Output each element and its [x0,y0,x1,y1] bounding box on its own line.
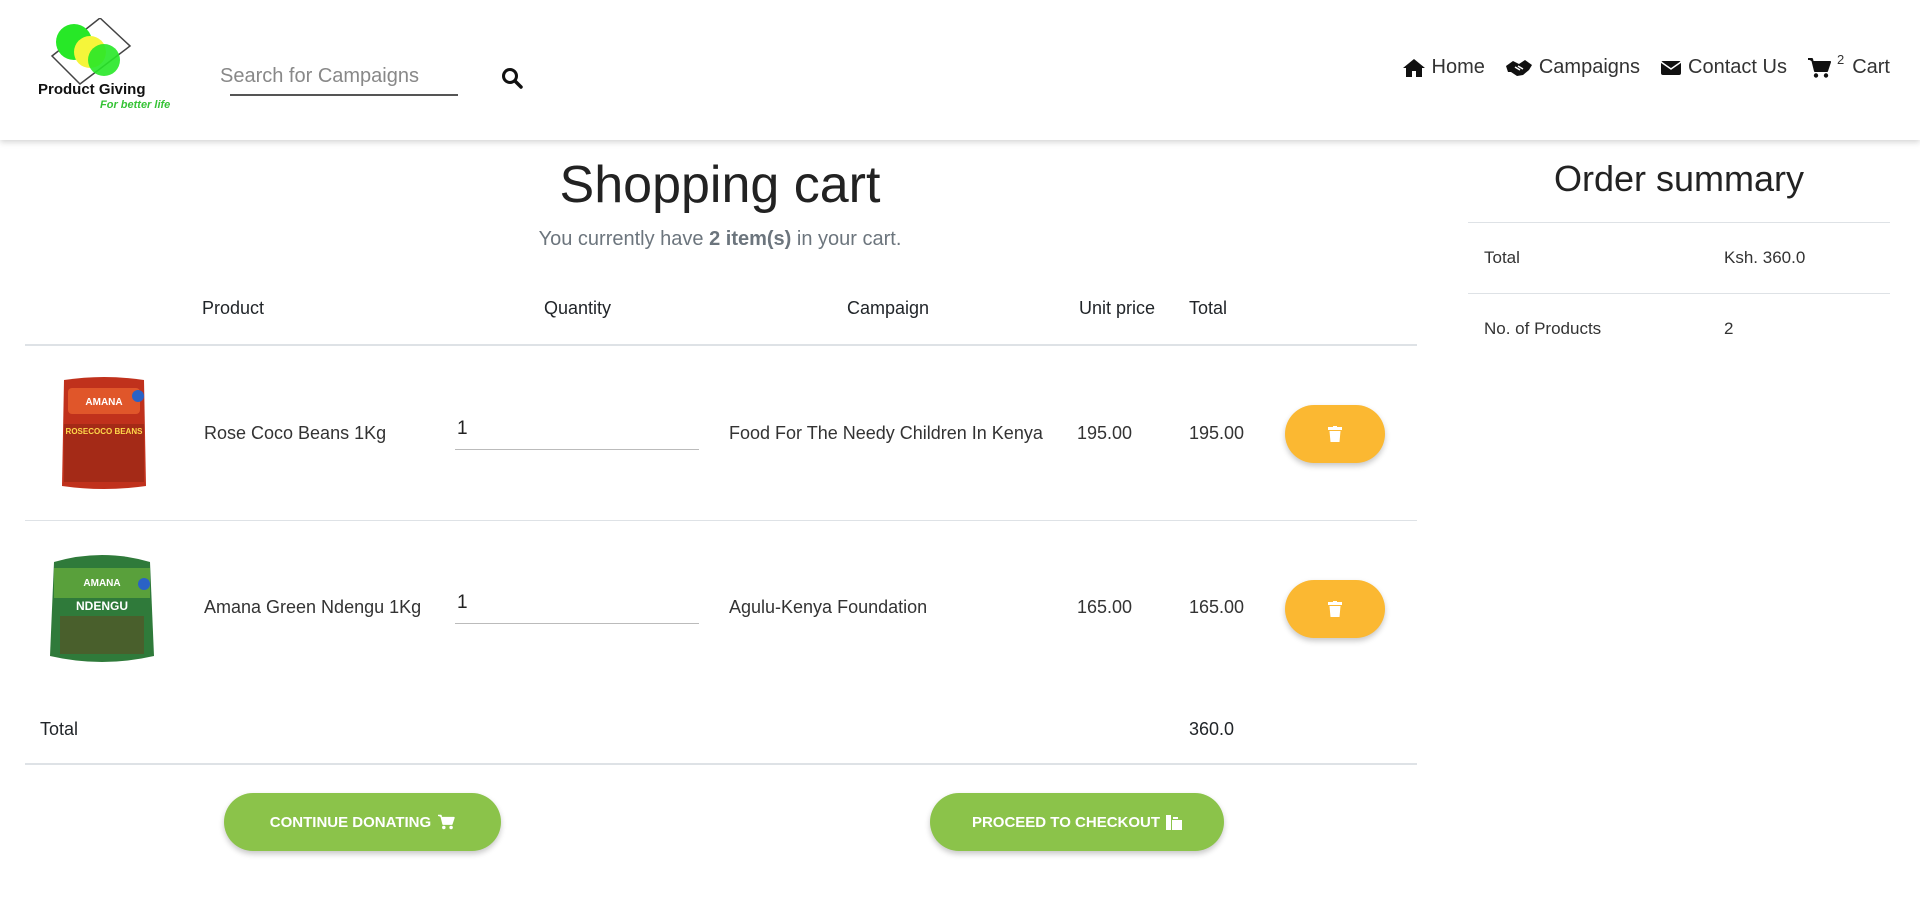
cart-total-label: Total [40,719,79,739]
table-header-divider [25,344,1417,346]
column-header-unit-price: Unit price [1079,298,1156,318]
nav-cart-label: Cart [1852,56,1890,78]
column-header-total: Total [1189,298,1228,318]
cart-icon [438,814,455,830]
row-divider [25,520,1417,521]
summary-total-label: Total [1484,248,1520,267]
quantity-input[interactable] [455,408,699,450]
column-header-product: Product [202,298,265,318]
search-button[interactable] [498,64,526,92]
unit-price: 165.00 [1077,597,1133,617]
delete-item-button[interactable] [1285,580,1385,638]
nav-contact[interactable]: Contact Us [1660,56,1787,79]
nav-home[interactable]: Home [1402,56,1485,79]
envelope-icon [1660,60,1682,75]
proceed-to-checkout-button[interactable]: PROCEED TO CHECKOUT [930,793,1224,851]
logo-title: Product Giving [38,81,146,98]
line-total: 195.00 [1189,423,1245,443]
product-image-label: ROSECOCO BEANS [66,427,144,436]
delete-item-button[interactable] [1285,405,1385,463]
nav-campaigns-label: Campaigns [1538,56,1641,78]
main-nav: Home Campaigns Contact Us 2 Cart [1402,52,1890,79]
search-underline [230,94,458,96]
search-field [220,58,458,96]
checkout-icon [1166,814,1183,830]
trash-icon [1328,601,1342,617]
product-image-brand: AMANA [83,578,120,589]
column-header-campaign: Campaign [847,298,930,318]
proceed-to-checkout-label: PROCEED TO CHECKOUT [971,813,1161,831]
nav-contact-label: Contact Us [1688,56,1787,78]
trash-icon [1328,426,1342,442]
campaign-name: Food For The Needy Children In Kenya [729,423,1043,443]
product-image: AMANA ROSECOCO BEANS [54,374,154,494]
table-footer-divider [25,763,1417,765]
order-summary-title: Order summary [1553,158,1805,199]
logo-tagline: For better life [100,99,171,111]
continue-donating-button[interactable]: CONTINUE DONATING [224,793,501,851]
product-image-brand: AMANA [85,397,122,408]
product-name: Rose Coco Beans 1Kg [204,423,387,443]
product-image-label: NDENGU [76,599,128,613]
cart-icon [1807,57,1831,78]
continue-donating-label: CONTINUE DONATING [269,813,432,831]
nav-cart[interactable]: 2 Cart [1807,52,1890,79]
logo-mark-icon [50,18,132,85]
unit-price: 195.00 [1077,423,1133,443]
navbar: Product Giving For better life Home Camp… [0,0,1920,140]
cart-count-badge: 2 [1836,52,1845,67]
search-input[interactable] [220,58,458,94]
search-icon [502,68,523,89]
nav-campaigns[interactable]: Campaigns [1505,56,1640,79]
column-header-quantity: Quantity [544,298,612,318]
summary-total-value: Ksh. 360.0 [1724,248,1806,267]
summary-divider [1468,222,1890,223]
nav-home-label: Home [1431,56,1485,78]
brand-logo[interactable]: Product Giving For better life [36,18,186,114]
cart-total-value: 360.0 [1189,719,1235,739]
quantity-input[interactable] [455,582,699,624]
cart-subtitle: You currently have 2 item(s) in your car… [25,228,1415,251]
campaign-name: Agulu-Kenya Foundation [729,597,928,617]
handshake-icon [1505,59,1532,76]
line-total: 165.00 [1189,597,1245,617]
cart-subtitle-prefix: You currently have [538,228,704,250]
home-icon [1402,58,1425,77]
summary-divider [1468,293,1890,294]
product-name: Amana Green Ndengu 1Kg [204,597,422,617]
product-image: AMANA NDENGU [46,548,154,668]
cart-subtitle-suffix: in your cart. [796,228,902,250]
page-title: Shopping cart [559,156,881,214]
summary-product-count-label: No. of Products [1484,319,1602,338]
summary-product-count-value: 2 [1724,319,1734,338]
cart-item-count: 2 item(s) [709,228,792,250]
